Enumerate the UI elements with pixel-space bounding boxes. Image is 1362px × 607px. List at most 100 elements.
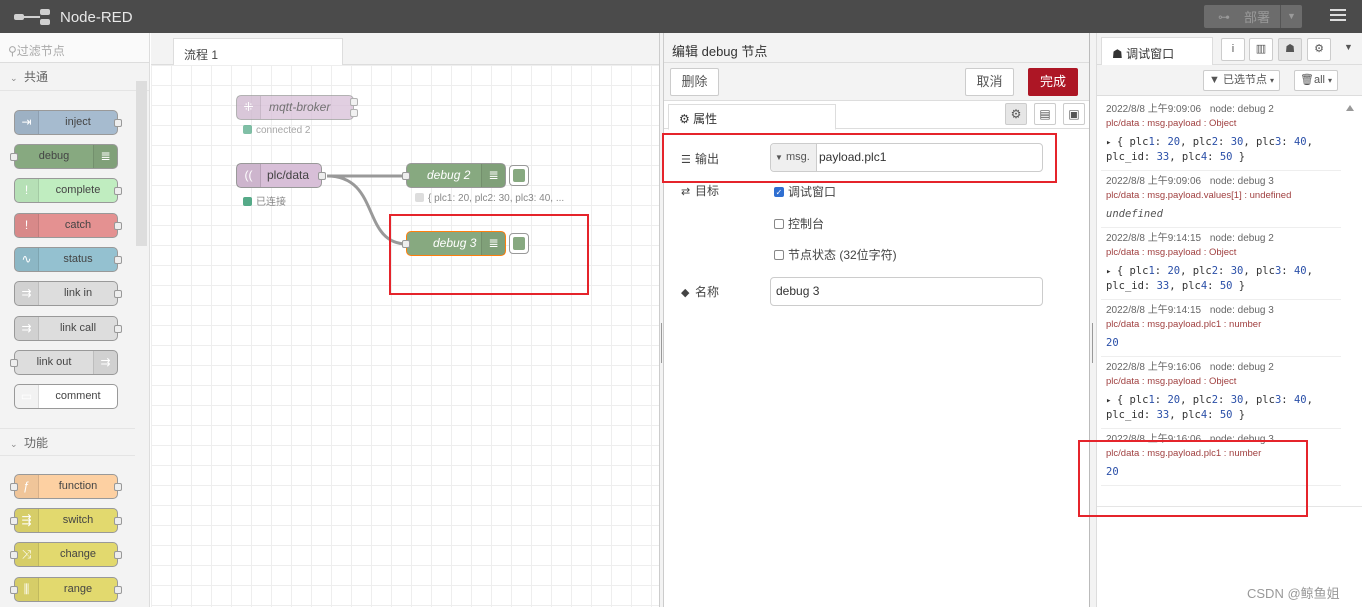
output-port[interactable]	[350, 98, 358, 106]
debug-message[interactable]: 2022/8/8 上午9:16:06 node: debug 2 plc/data…	[1101, 357, 1341, 429]
workspace-tabs: 流程 1	[151, 33, 659, 66]
message-topic: plc/data : msg.payload : Object	[1106, 247, 1237, 258]
debug-message[interactable]: 2022/8/8 上午9:09:06 node: debug 2 plc/data…	[1101, 99, 1341, 171]
debug2-node[interactable]: debug 2 ≣ { plc1: 20, plc2: 30, plc3: 40…	[402, 163, 564, 204]
palette-node-catch[interactable]: ! catch	[14, 213, 122, 238]
header: Node-RED ⊶ 部署 ▼	[0, 0, 1362, 33]
arrow-in-icon: ⇥	[15, 111, 39, 134]
plc-data-node[interactable]: (( plc/data 已连接	[236, 163, 326, 208]
settings-gear-icon[interactable]: ⚙	[1005, 103, 1027, 125]
message-node[interactable]: node: debug 3	[1210, 434, 1274, 445]
main-menu-icon[interactable]	[1326, 6, 1350, 26]
debug-scrollbar[interactable]	[1343, 99, 1355, 509]
checkbox-icon[interactable]	[774, 249, 784, 260]
input-port[interactable]	[402, 240, 410, 248]
book-icon[interactable]: ▥	[1249, 38, 1273, 61]
message-node[interactable]: node: debug 2	[1210, 104, 1274, 115]
output-typed-input[interactable]: ▼ msg. payload.plc1	[770, 143, 1043, 172]
debug-message[interactable]: 2022/8/8 上午9:14:15 node: debug 2 plc/data…	[1101, 228, 1341, 300]
comment-icon: ▭	[15, 385, 39, 408]
palette-scrollbar[interactable]	[136, 81, 147, 246]
scroll-up-icon[interactable]	[1346, 105, 1354, 111]
mqtt-broker-node[interactable]: ⁜ mqtt-broker connected 2	[236, 95, 358, 136]
palette-node-link-in[interactable]: ⇉ link in	[14, 281, 122, 306]
message-body[interactable]: undefined	[1106, 207, 1336, 221]
palette-node-label: link in	[63, 287, 93, 299]
wire-plc-debug3[interactable]	[326, 174, 408, 246]
palette-node-change[interactable]: ⤨ change	[10, 542, 122, 567]
checkbox-icon[interactable]	[774, 218, 784, 229]
deploy-button[interactable]: ⊶ 部署 ▼	[1204, 5, 1302, 28]
palette-node-comment[interactable]: ▭ comment	[14, 384, 118, 409]
gear-icon[interactable]: ⚙	[1307, 38, 1331, 61]
palette-node-debug[interactable]: ≣ debug	[10, 144, 118, 169]
debug-message[interactable]: 2022/8/8 上午9:09:06 node: debug 3 plc/data…	[1101, 171, 1341, 228]
tab-flow-1[interactable]: 流程 1	[173, 38, 343, 66]
info-icon[interactable]: i	[1221, 38, 1245, 61]
filter-dropdown[interactable]: ▼ 已选节点 ▾	[1203, 70, 1281, 91]
cancel-button[interactable]: 取消	[965, 68, 1014, 96]
clear-dropdown[interactable]: 🗑all ▾	[1294, 70, 1339, 91]
message-node[interactable]: node: debug 2	[1210, 233, 1274, 244]
debug-toggle-button[interactable]	[509, 233, 529, 254]
palette-node-status[interactable]: ∿ status	[14, 247, 122, 272]
bug-icon[interactable]: ☗	[1278, 38, 1302, 61]
shuffle-icon: ⇄	[681, 186, 691, 198]
message-body[interactable]: ▸ { plc1: 20, plc2: 30, plc3: 40, plc_id:…	[1106, 135, 1336, 164]
node-status: connected 2	[243, 125, 311, 136]
delete-button[interactable]: 删除	[670, 68, 719, 96]
target-console-checkbox[interactable]: 控制台	[774, 215, 824, 232]
expand-caret-icon[interactable]: ▸	[1106, 267, 1117, 277]
appearance-icon[interactable]: ▣	[1063, 103, 1085, 125]
palette-category-common[interactable]: ⌄ 共通	[0, 63, 149, 91]
type-prefix: msg.	[785, 151, 810, 163]
expand-caret-icon[interactable]: ▸	[1106, 396, 1117, 406]
output-port[interactable]	[350, 109, 358, 117]
palette-node-link-call[interactable]: ⇉ link call	[14, 316, 122, 341]
output-port	[114, 483, 122, 491]
debug-message[interactable]: 2022/8/8 上午9:16:06 node: debug 3 plc/data…	[1101, 429, 1341, 486]
deploy-caret-icon[interactable]: ▼	[1280, 5, 1302, 28]
message-value: { plc1: 20, plc2: 30, plc3: 40,	[1116, 394, 1313, 406]
message-body[interactable]: 20	[1106, 465, 1336, 479]
palette-node-inject[interactable]: ⇥ inject	[14, 110, 122, 135]
expand-caret-icon[interactable]: ▸	[1106, 138, 1117, 148]
message-body[interactable]: ▸ { plc1: 20, plc2: 30, plc3: 40, plc_id:…	[1106, 264, 1336, 293]
message-value: { plc1: 20, plc2: 30, plc3: 40,	[1116, 265, 1313, 277]
message-node[interactable]: node: debug 3	[1210, 305, 1274, 316]
message-node[interactable]: node: debug 3	[1210, 176, 1274, 187]
sidebar-splitter[interactable]	[1090, 33, 1097, 607]
target-node-status-checkbox[interactable]: 节点状态 (32位字符)	[774, 246, 897, 263]
type-selector[interactable]: ▼ msg.	[771, 144, 817, 171]
pulse-icon: ∿	[15, 248, 39, 271]
debug-message-list[interactable]: 2022/8/8 上午9:09:06 node: debug 2 plc/data…	[1101, 99, 1341, 509]
workspace-canvas[interactable]: ⁜ mqtt-broker connected 2 (( plc/data 已连…	[151, 65, 659, 607]
palette-category-function[interactable]: ⌄ 功能	[0, 428, 135, 456]
checkbox-checked-icon[interactable]: ✓	[774, 186, 784, 197]
output-port	[114, 256, 122, 264]
target-debug-window-checkbox[interactable]: ✓ 调试窗口	[774, 183, 836, 200]
message-body[interactable]: ▸ { plc1: 20, plc2: 30, plc3: 40, plc_id:…	[1106, 393, 1336, 422]
tab-debug[interactable]: ☗ 调试窗口	[1101, 37, 1213, 66]
palette-node-link-out[interactable]: ⇉ link out	[10, 350, 118, 375]
output-port[interactable]	[318, 172, 326, 180]
signal-icon: ((	[237, 164, 261, 187]
sidebar-menu-caret-icon[interactable]: ▼	[1344, 42, 1353, 52]
search-icon: ⚲	[8, 44, 17, 58]
palette-node-function[interactable]: ƒ function	[10, 474, 122, 499]
message-node[interactable]: node: debug 2	[1210, 362, 1274, 373]
debug-toggle-button[interactable]	[509, 165, 529, 186]
debug3-node[interactable]: debug 3 ≣	[402, 231, 529, 256]
output-value[interactable]: payload.plc1	[819, 144, 886, 171]
input-port[interactable]	[402, 172, 410, 180]
palette-node-range[interactable]: ⫼ range	[10, 577, 122, 602]
palette-node-switch[interactable]: ⇶ switch	[10, 508, 122, 533]
palette-node-complete[interactable]: ! complete	[14, 178, 122, 203]
name-input[interactable]: debug 3	[770, 277, 1043, 306]
description-icon[interactable]: ▤	[1034, 103, 1056, 125]
debug-message[interactable]: 2022/8/8 上午9:14:15 node: debug 3 plc/data…	[1101, 300, 1341, 357]
tab-properties[interactable]: ⚙ 属性	[668, 104, 836, 130]
done-button[interactable]: 完成	[1028, 68, 1078, 96]
message-body[interactable]: 20	[1106, 336, 1336, 350]
palette-search-input[interactable]: ⚲过滤节点	[0, 33, 149, 63]
